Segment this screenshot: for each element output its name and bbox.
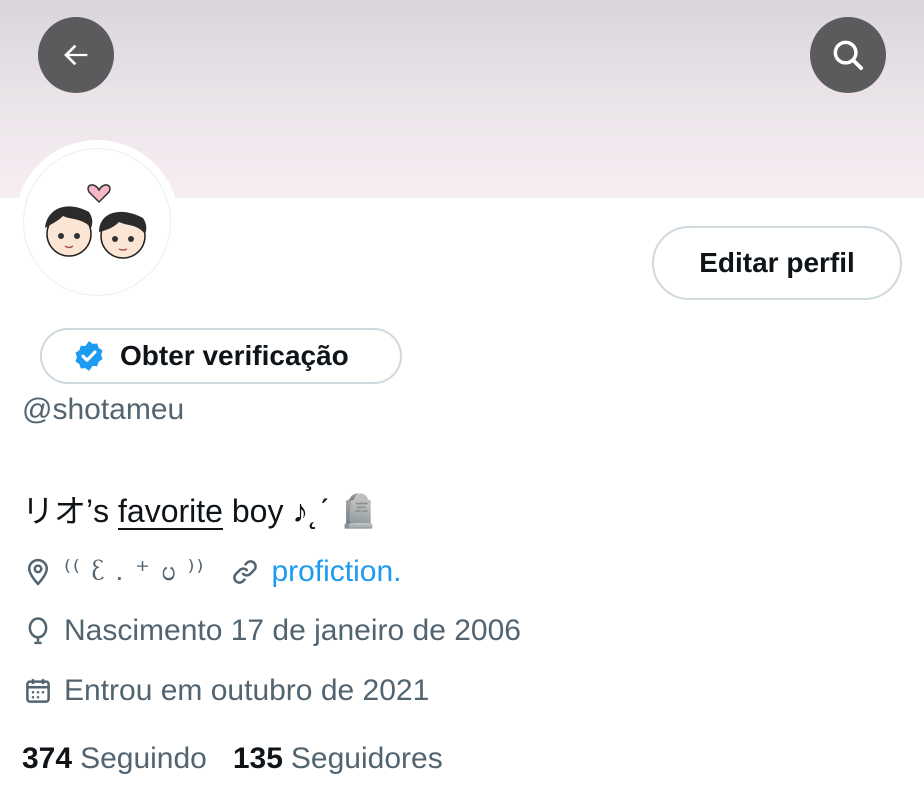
search-button[interactable] [810,17,886,93]
profile-handle: @shotameu [22,393,185,426]
link-icon [229,556,261,588]
profile-location: ⁽⁽ ᦷ . ⁺ ᦢ ⁾⁾ [64,555,206,586]
bio-prefix: リオ’s [22,493,119,529]
profile-bio: リオ’s favorite boy ♪˛ˊ 🪦 [22,486,378,532]
followers-stat[interactable]: 135 Seguidores [233,742,443,776]
calendar-icon [22,675,54,707]
followers-label: Seguidores [290,742,443,775]
following-count: 374 [22,742,73,775]
location-pin-icon [22,556,54,588]
following-stat[interactable]: 374 Seguindo [22,742,207,776]
bio-suffix: boy ♪˛ˊ 🪦 [222,493,379,529]
avatar[interactable] [23,148,171,296]
balloon-icon [22,615,54,647]
search-icon [829,36,867,74]
followers-count: 135 [232,742,283,775]
location-link-row: ⁽⁽ ᦷ . ⁺ ᦢ ⁾⁾ profiction. [22,554,402,589]
edit-profile-label: Editar perfil [699,247,855,278]
profile-website-link[interactable]: profiction. [271,555,401,589]
edit-profile-button[interactable]: Editar perfil [652,226,902,300]
profile-joined-date: Entrou em outubro de 2021 [64,674,430,707]
get-verified-button[interactable]: Obter verificação [40,328,402,384]
arrow-left-icon [59,38,93,72]
follow-stats: 374 Seguindo 135 Seguidores [22,742,443,776]
back-button[interactable] [38,17,114,93]
avatar-illustration-icon [45,184,147,259]
bio-underlined: favorite [118,493,223,529]
avatar-ring [15,140,179,304]
following-label: Seguindo [80,742,207,775]
joined-row: Entrou em outubro de 2021 [22,674,429,708]
verified-badge-icon [72,339,106,373]
get-verified-label: Obter verificação [120,340,349,371]
birth-row: Nascimento 17 de janeiro de 2006 [22,614,521,648]
profile-birthdate: Nascimento 17 de janeiro de 2006 [64,614,521,647]
